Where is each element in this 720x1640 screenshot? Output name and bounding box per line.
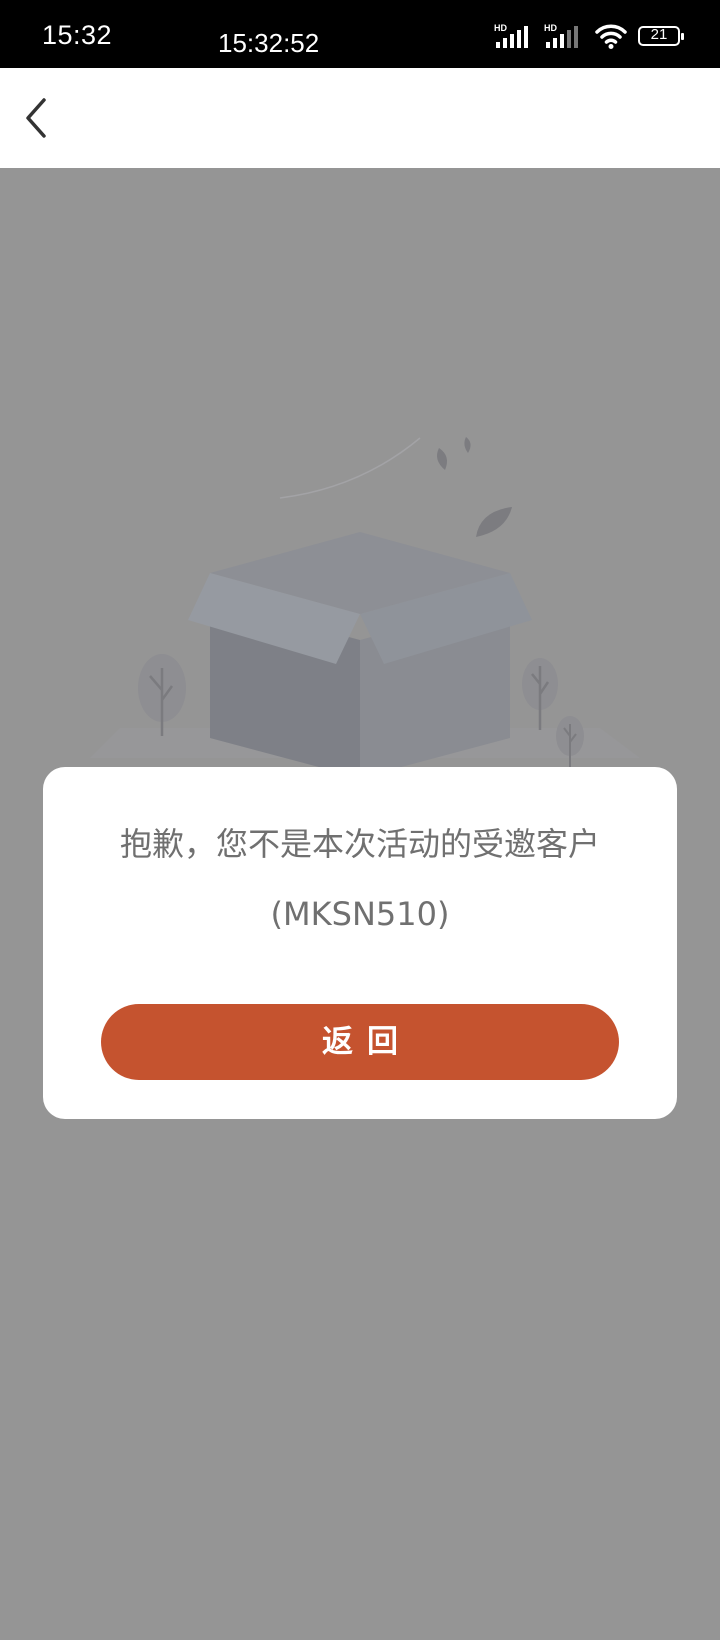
battery-icon: 21 bbox=[638, 26, 684, 46]
signal-hd-icon: HD bbox=[494, 23, 528, 48]
leaf-icon bbox=[437, 448, 447, 470]
empty-box-illustration bbox=[90, 437, 640, 778]
leaf-icon bbox=[464, 437, 471, 453]
svg-text:HD: HD bbox=[494, 23, 507, 33]
dialog-message-code: (MKSN510) bbox=[270, 895, 450, 933]
status-bar: 15:32 15:32:52 HD HD 21 bbox=[0, 0, 720, 68]
svg-text:HD: HD bbox=[544, 23, 557, 33]
dialog-message-line1: 抱歉，您不是本次活动的受邀客户 bbox=[119, 825, 600, 863]
leaf-icon bbox=[476, 507, 512, 537]
signal-hd-2-icon: HD bbox=[544, 23, 578, 48]
status-clock: 15:32:52 bbox=[218, 28, 320, 58]
wifi-icon bbox=[595, 24, 627, 49]
status-icons: HD HD 21 bbox=[494, 22, 684, 50]
chevron-left-icon bbox=[26, 98, 46, 138]
battery-level: 21 bbox=[650, 26, 668, 43]
invite-dialog: 抱歉，您不是本次活动的受邀客户 (MKSN510) 返回 bbox=[43, 767, 677, 1119]
nav-bar bbox=[0, 68, 720, 168]
status-time: 15:32 bbox=[42, 20, 113, 50]
return-button[interactable]: 返回 bbox=[101, 1004, 619, 1080]
back-button[interactable] bbox=[18, 94, 58, 142]
dialog-message: 抱歉，您不是本次活动的受邀客户 (MKSN510) bbox=[43, 809, 677, 949]
